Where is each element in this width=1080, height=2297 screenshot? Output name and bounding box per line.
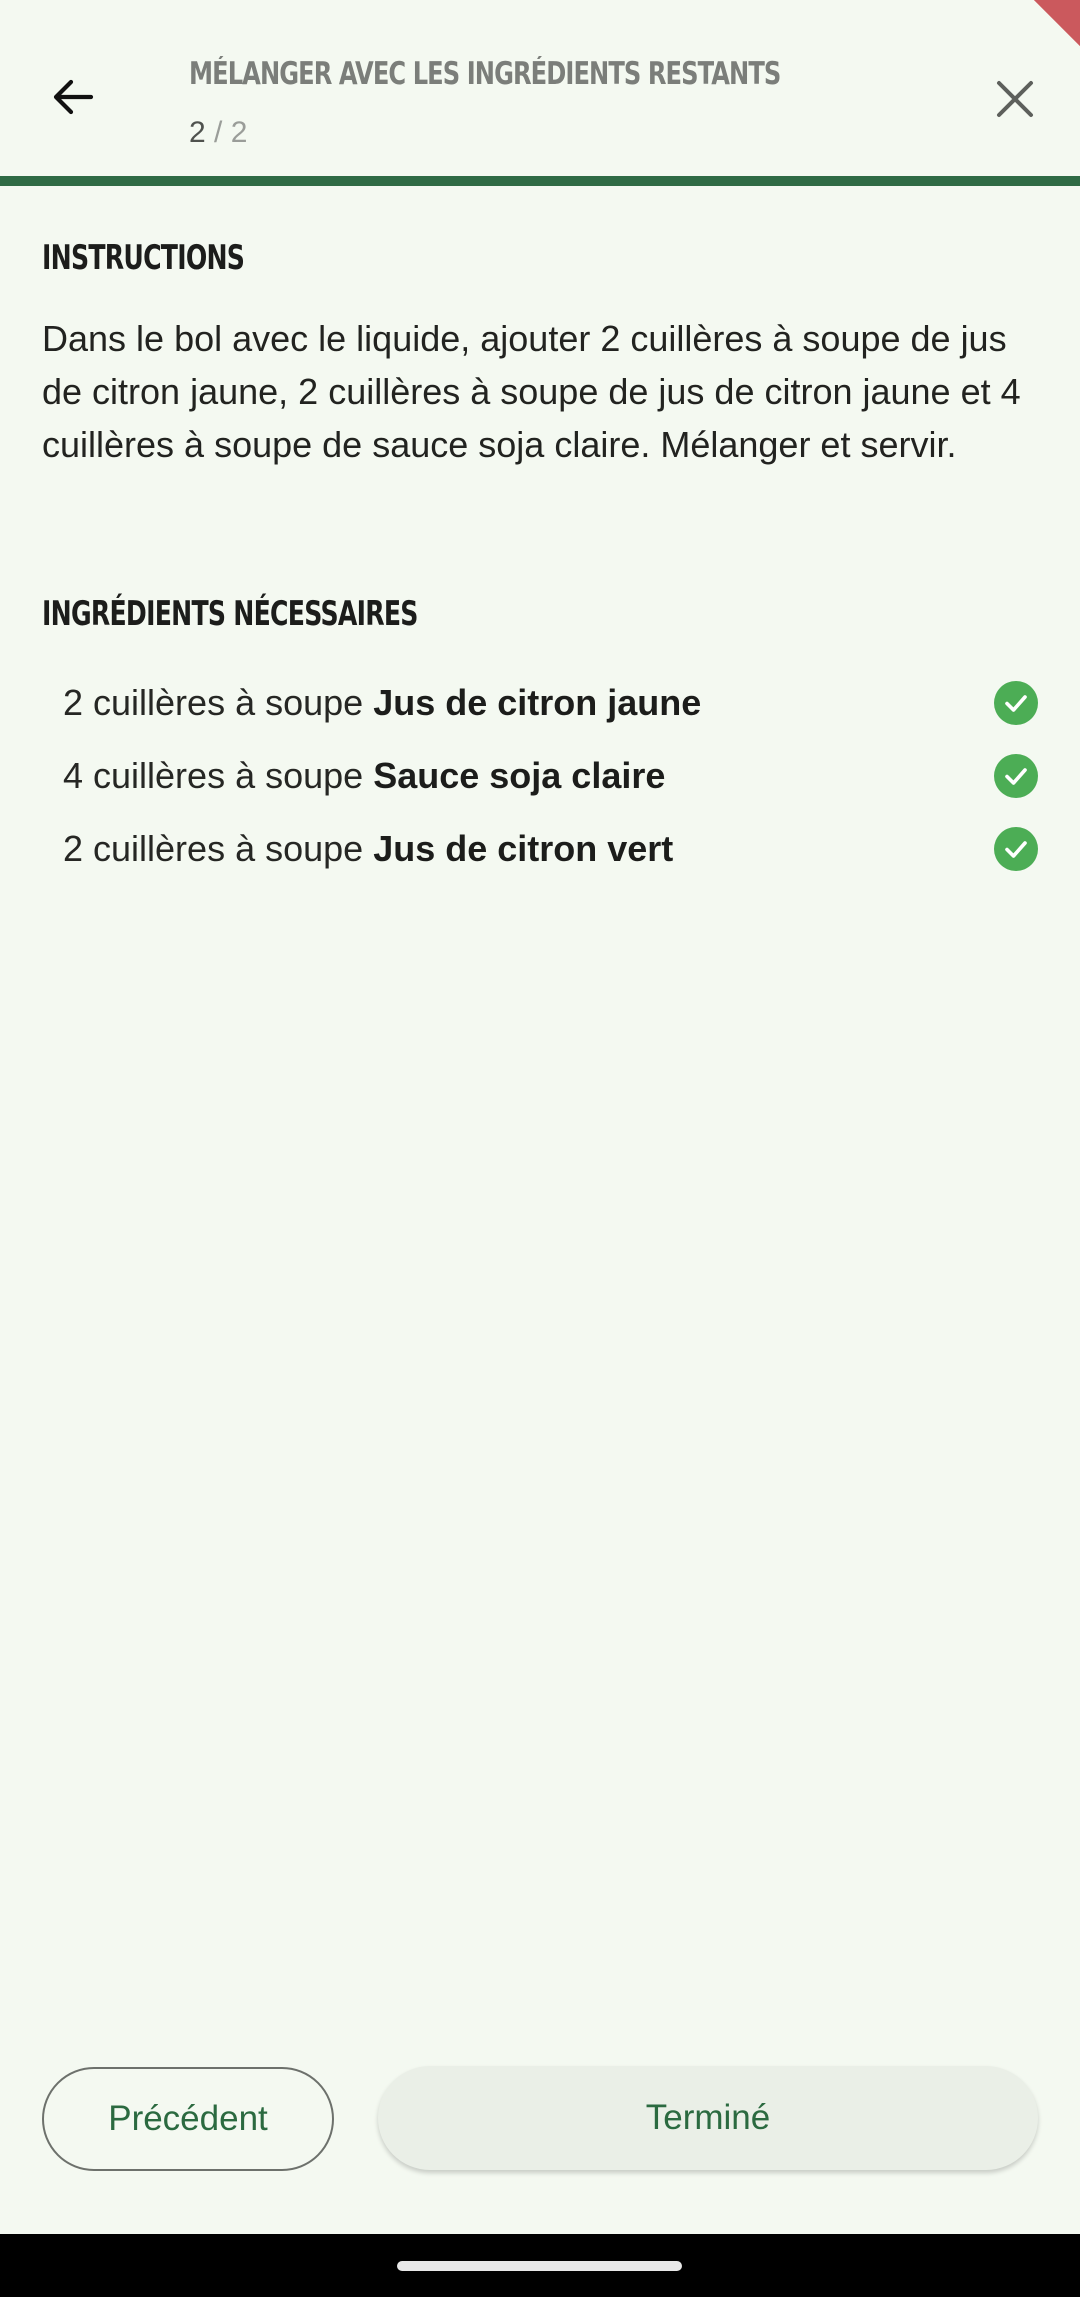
step-header: MÉLANGER AVEC LES INGRÉDIENTS RESTANTS 2… (0, 0, 1080, 178)
check-circle-icon (994, 826, 1038, 871)
check-circle-icon (994, 753, 1038, 798)
step-progress-fill (0, 176, 1080, 186)
step-counter: 2 / 2 (189, 116, 247, 150)
ingredient-quantity: 4 cuillères à soupe (63, 754, 374, 796)
previous-button[interactable]: Précédent (42, 2067, 334, 2171)
ingredient-row[interactable]: 4 cuillères à soupe Sauce soja claire (63, 739, 1038, 812)
close-button[interactable] (980, 64, 1050, 134)
instructions-heading: INSTRUCTIONS (42, 238, 245, 278)
ingredients-list: 2 cuillères à soupe Jus de citron jaune … (63, 666, 1038, 885)
step-current: 2 (189, 116, 206, 149)
home-gesture-handle[interactable] (397, 2261, 682, 2271)
step-title: MÉLANGER AVEC LES INGRÉDIENTS RESTANTS (189, 56, 781, 92)
step-total: / 2 (205, 116, 248, 149)
check-circle-icon (994, 680, 1038, 725)
ingredient-quantity: 2 cuillères à soupe (63, 681, 374, 723)
debug-corner-ribbon (1010, 0, 1080, 55)
ingredients-heading: INGRÉDIENTS NÉCESSAIRES (42, 594, 418, 634)
ingredient-name: Jus de citron vert (373, 827, 674, 869)
ingredient-row[interactable]: 2 cuillères à soupe Jus de citron jaune (63, 666, 1038, 739)
ingredient-name: Jus de citron jaune (373, 681, 702, 723)
back-button[interactable] (38, 62, 108, 132)
ingredient-quantity: 2 cuillères à soupe (63, 827, 374, 869)
ingredient-row[interactable]: 2 cuillères à soupe Jus de citron vert (63, 812, 1038, 885)
step-progress-bar (0, 176, 1080, 186)
arrow-left-icon (53, 79, 94, 115)
recipe-step-screen: MÉLANGER AVEC LES INGRÉDIENTS RESTANTS 2… (0, 0, 1080, 2297)
close-icon (997, 81, 1033, 117)
instructions-text: Dans le bol avec le liquide, ajouter 2 c… (42, 318, 1021, 465)
ingredient-name: Sauce soja claire (373, 754, 666, 796)
done-button[interactable]: Terminé (378, 2066, 1038, 2170)
